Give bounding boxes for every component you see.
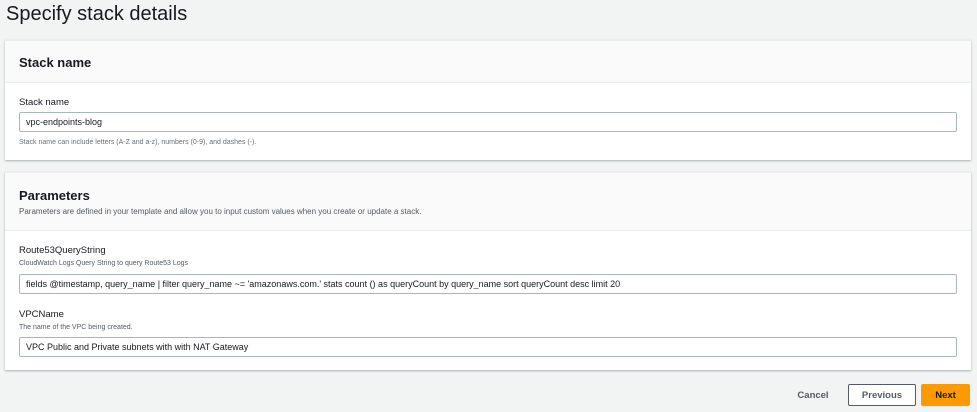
stack-name-header: Stack name xyxy=(5,41,971,83)
next-button[interactable]: Next xyxy=(921,384,970,406)
param-route53-input[interactable] xyxy=(19,274,957,294)
cancel-button[interactable]: Cancel xyxy=(790,384,836,406)
param-vpcname-description: The name of the VPC being created. xyxy=(19,324,133,331)
parameters-heading: Parameters xyxy=(19,188,90,203)
parameters-description: Parameters are defined in your template … xyxy=(19,207,422,216)
param-route53-description: CloudWatch Logs Query String to query Ro… xyxy=(19,260,189,267)
stack-name-label: Stack name xyxy=(19,97,70,108)
param-route53-label: Route53QueryString xyxy=(19,245,106,256)
stack-name-card: Stack name Stack name Stack name can inc… xyxy=(5,40,971,160)
page-title: Specify stack details xyxy=(6,3,188,25)
param-vpcname-label: VPCName xyxy=(19,309,64,320)
stack-name-hint: Stack name can include letters (A-Z and … xyxy=(19,139,257,146)
previous-button[interactable]: Previous xyxy=(848,384,916,406)
parameters-header: Parameters Parameters are defined in you… xyxy=(5,173,971,231)
stack-name-heading: Stack name xyxy=(19,55,92,70)
stack-name-input[interactable] xyxy=(19,112,957,132)
param-vpcname-input[interactable] xyxy=(19,337,957,357)
parameters-card: Parameters Parameters are defined in you… xyxy=(5,172,971,370)
